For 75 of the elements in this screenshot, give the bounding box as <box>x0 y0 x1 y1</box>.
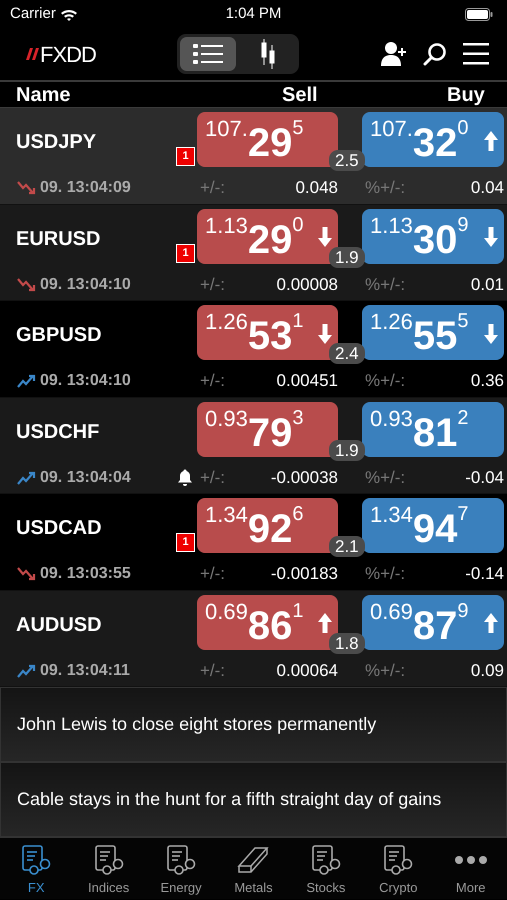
percent-change-value: 0.09 <box>470 660 504 682</box>
list-icon <box>193 43 224 65</box>
tab-bar-item[interactable]: Energy <box>144 838 218 899</box>
more-dots-icon <box>454 856 487 864</box>
change-value: 0.00064 <box>276 660 338 682</box>
document-list-icon <box>310 844 342 876</box>
symbol-name: EURUSD <box>15 226 102 252</box>
tab-bar-item[interactable]: Stocks <box>290 838 362 899</box>
quote-time: 09. 13:04:09 <box>40 178 131 198</box>
percent-change-label: %+/-: <box>365 177 406 200</box>
percent-change-label: %+/-: <box>365 274 406 296</box>
search-icon[interactable] <box>422 42 447 66</box>
quote-time: 09. 13:04:10 <box>40 371 131 391</box>
change-value: 0.00008 <box>276 274 338 296</box>
news-headline[interactable]: Cable stays in the hunt for a fifth straight day of gains <box>0 762 507 837</box>
symbol-name: USDCHF <box>15 420 100 444</box>
change-value: 0.00451 <box>276 370 338 392</box>
list-view-button[interactable] <box>180 37 236 71</box>
column-header: Sell <box>282 83 319 107</box>
percent-change-value: 0.36 <box>470 370 504 392</box>
add-account-icon[interactable] <box>380 40 407 68</box>
document-list-icon <box>165 844 198 876</box>
logo-text: FXDD <box>40 40 96 68</box>
column-header: Name <box>15 83 72 107</box>
symbol-name: GBPUSD <box>15 323 103 348</box>
spread-value: 1.9 <box>329 440 365 460</box>
symbol-name: USDJPY <box>15 130 98 155</box>
symbol-name: USDCAD <box>15 516 103 541</box>
percent-change-value: -0.14 <box>465 563 504 586</box>
percent-change-label: %+/-: <box>365 370 406 392</box>
percent-change-label: %+/-: <box>365 660 406 682</box>
spread-value: 2.1 <box>329 536 365 557</box>
document-list-icon <box>382 844 414 876</box>
change-value: -0.00038 <box>270 466 338 489</box>
spread-value: 2.5 <box>329 150 365 171</box>
percent-change-label: %+/-: <box>365 466 406 489</box>
quote-time: 09. 13:04:10 <box>40 274 131 294</box>
wifi-icon <box>60 8 78 20</box>
spread-value: 2.4 <box>329 343 365 364</box>
tab-bar-item[interactable]: Metals <box>217 838 290 899</box>
tab-bar-item[interactable]: FX <box>0 838 72 899</box>
candlestick-icon <box>260 39 276 69</box>
change-label: +/-: <box>200 563 226 586</box>
percent-change-value: 0.01 <box>470 274 504 296</box>
document-list-icon <box>92 844 125 876</box>
order-count-badge: 1 <box>176 147 195 166</box>
tab-bar-item[interactable]: More <box>434 838 507 899</box>
battery-icon <box>465 8 493 20</box>
tab-bar-item[interactable]: Crypto <box>362 838 435 899</box>
percent-change-label: %+/-: <box>365 563 406 586</box>
quote-time: 09. 13:03:55 <box>40 564 131 584</box>
column-header: Buy <box>447 83 485 107</box>
change-label: +/-: <box>200 466 226 489</box>
order-count-badge: 1 <box>176 244 195 262</box>
news-headline[interactable]: John Lewis to close eight stores permanently <box>0 687 507 762</box>
order-count-badge: 1 <box>176 533 195 552</box>
change-label: +/-: <box>200 274 226 296</box>
menu-icon[interactable] <box>462 42 489 66</box>
carrier-name: Carrier <box>10 4 56 24</box>
change-label: +/-: <box>200 370 226 392</box>
change-value: -0.00183 <box>270 563 338 586</box>
tab-bar-item[interactable]: Indices <box>72 838 145 899</box>
quote-time: 09. 13:04:04 <box>40 468 131 488</box>
logo-slashes-icon <box>26 48 40 60</box>
percent-change-value: -0.04 <box>465 466 504 489</box>
status-time: 1:04 PM <box>226 4 282 24</box>
percent-change-value: 0.04 <box>470 177 504 200</box>
quote-time: 09. 13:04:11 <box>40 660 130 680</box>
change-label: +/-: <box>200 177 226 200</box>
spread-value: 1.9 <box>329 246 365 268</box>
change-value: 0.048 <box>295 177 338 200</box>
spread-value: 1.8 <box>329 632 365 654</box>
document-list-icon <box>20 844 52 876</box>
symbol-name: AUDUSD <box>15 612 103 638</box>
change-label: +/-: <box>200 660 226 682</box>
